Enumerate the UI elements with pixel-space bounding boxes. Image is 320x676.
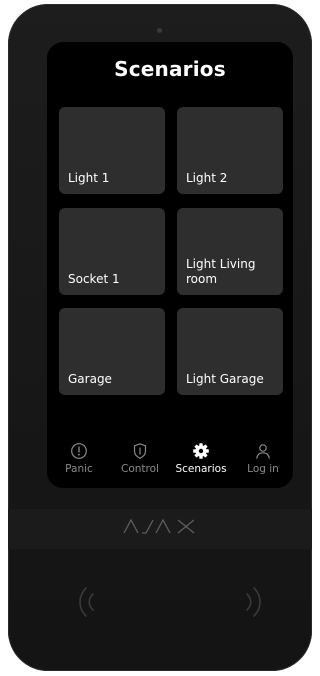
- gear-icon: [193, 443, 209, 459]
- nav-label: Log in: [247, 463, 279, 475]
- scenario-tile-label: Light Living room: [186, 257, 256, 286]
- camera-dot: [157, 28, 162, 33]
- user-icon: [256, 444, 270, 459]
- scenario-tile-label: Light Garage: [186, 372, 264, 386]
- scenario-tile-label: Socket 1: [68, 272, 120, 286]
- ajax-logo: [123, 518, 195, 534]
- shield-icon: [133, 443, 147, 459]
- scenario-tile-light-living-room[interactable]: Light Living room: [177, 208, 283, 295]
- scenario-tile-light-garage[interactable]: Light Garage: [177, 308, 283, 395]
- brand-logo: [8, 517, 312, 539]
- nfc-right-icon: [246, 587, 261, 617]
- scenario-tile-socket-1[interactable]: Socket 1: [59, 208, 165, 295]
- scenario-tile-light-2[interactable]: Light 2: [177, 107, 283, 194]
- page-title: Scenarios: [114, 57, 226, 81]
- scenario-tile-light-1[interactable]: Light 1: [59, 107, 165, 194]
- nav-panic[interactable]: Panic: [50, 442, 108, 475]
- scenario-tile-label: Garage: [68, 372, 112, 386]
- scenario-tile-label: Light 1: [68, 171, 110, 185]
- keypad-device: Scenarios Light 1 Light 2 Socket 1 Light…: [8, 4, 312, 671]
- nav-label: Control: [121, 463, 159, 475]
- nav-label: Panic: [65, 463, 93, 475]
- scenario-tile-label: Light 2: [186, 171, 228, 185]
- nav-scenarios[interactable]: Scenarios: [172, 442, 230, 475]
- nav-log-in[interactable]: Log in: [234, 442, 292, 475]
- touch-screen: Scenarios Light 1 Light 2 Socket 1 Light…: [47, 42, 293, 488]
- scenario-tile-garage[interactable]: Garage: [59, 308, 165, 395]
- nfc-left-icon: [79, 587, 94, 617]
- nav-label: Scenarios: [175, 463, 227, 475]
- nav-control[interactable]: Control: [111, 442, 169, 475]
- exclamation-circle-icon: [71, 443, 87, 459]
